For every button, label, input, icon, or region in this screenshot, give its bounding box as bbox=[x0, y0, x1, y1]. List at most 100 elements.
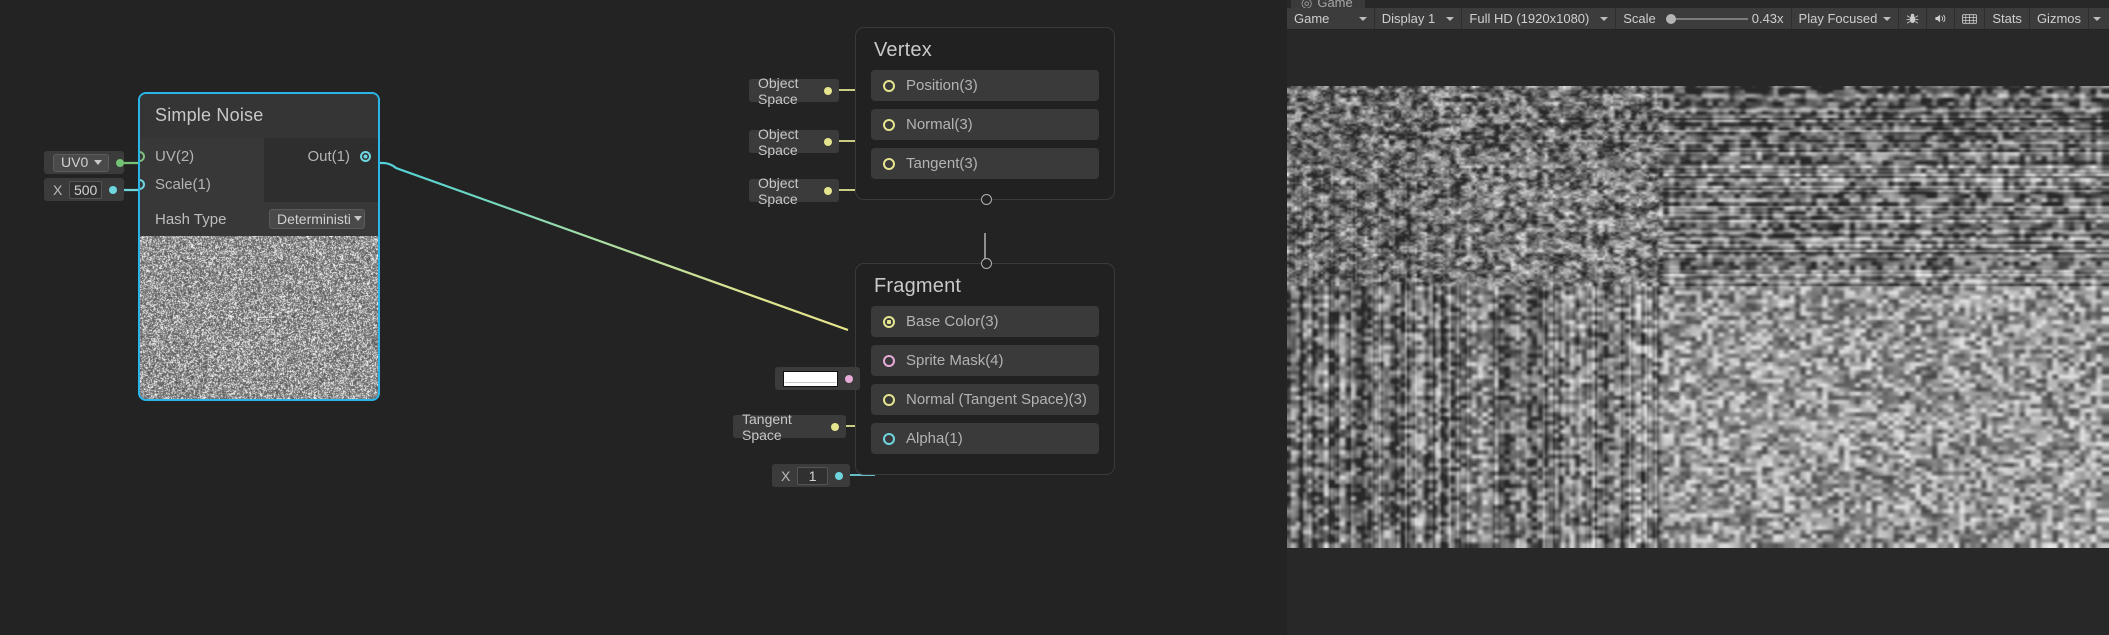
input-label-scale: Scale(1) bbox=[155, 175, 211, 193]
chevron-down-icon bbox=[94, 159, 103, 165]
node-title-simple-noise: Simple Noise bbox=[140, 94, 378, 138]
sprite-mask-color-swatch[interactable] bbox=[783, 370, 838, 387]
input-dot-uv[interactable] bbox=[140, 150, 145, 162]
objectspace-label-position: Object Space bbox=[758, 74, 799, 107]
fragment-top-handle[interactable] bbox=[981, 258, 992, 269]
node-vertex-master[interactable]: Vertex Position(3) Normal(3) Tangent(3) bbox=[855, 27, 1115, 205]
chevron-down-icon bbox=[2093, 16, 2101, 21]
default-node-position-objectspace[interactable]: Object Space bbox=[749, 75, 839, 107]
hash-type-dropdown[interactable]: Deterministi bbox=[269, 209, 365, 229]
scale-slider-knob[interactable] bbox=[1665, 13, 1676, 24]
vertex-bottom-handle[interactable] bbox=[981, 194, 992, 205]
output-dot-out[interactable] bbox=[360, 150, 371, 162]
shader-graph-canvas[interactable]: UV0 X 500 Simple Noise UV(2) Scale(1) Ou… bbox=[0, 0, 1287, 635]
scale-label: Scale bbox=[1623, 11, 1656, 26]
slot-label-position: Position(3) bbox=[906, 77, 978, 94]
input-label-uv: UV(2) bbox=[155, 147, 195, 165]
play-mode-label: Play Focused bbox=[1798, 11, 1878, 26]
mute-audio-icon[interactable] bbox=[1927, 8, 1956, 29]
alpha-value-field[interactable]: 1 bbox=[797, 466, 828, 485]
game-viewport[interactable] bbox=[1287, 30, 2109, 635]
slot-label-sprite-mask: Sprite Mask(4) bbox=[906, 352, 1004, 369]
chevron-down-icon bbox=[1883, 16, 1892, 21]
slot-alpha[interactable]: Alpha(1) bbox=[871, 423, 1099, 454]
default-node-alpha-value[interactable]: X 1 bbox=[772, 464, 850, 487]
play-mode-dropdown[interactable]: Play Focused bbox=[1792, 8, 1900, 29]
resolution-dropdown[interactable]: Full HD (1920x1080) bbox=[1462, 8, 1617, 29]
slot-dot-normal-tangent-space[interactable] bbox=[883, 393, 895, 406]
scale-value: 0.43x bbox=[1751, 11, 1784, 26]
hash-type-value: Deterministi bbox=[277, 210, 351, 227]
default-node-tangent-objectspace[interactable]: Object Space bbox=[749, 175, 839, 207]
frame-debugger-icon[interactable] bbox=[1955, 8, 1986, 29]
slot-dot-base-color[interactable] bbox=[883, 315, 895, 328]
view-mode-dropdown[interactable]: Game bbox=[1287, 8, 1375, 29]
simple-noise-outputs: Out(1) bbox=[264, 138, 378, 202]
chevron-down-icon bbox=[353, 216, 362, 221]
stats-label: Stats bbox=[1992, 11, 2022, 26]
tangentspace-label: Tangent Space bbox=[742, 410, 792, 443]
gizmos-dropdown-arrow[interactable] bbox=[2088, 8, 2109, 29]
slot-label-normal-tangent-space: Normal (Tangent Space)(3) bbox=[906, 391, 1087, 408]
tangentspace-dot[interactable] bbox=[831, 422, 839, 431]
output-port-out[interactable]: Out(1) bbox=[264, 142, 378, 170]
uv0-value: UV0 bbox=[61, 154, 89, 170]
gizmos-button[interactable]: Gizmos bbox=[2030, 8, 2088, 29]
slot-dot-alpha[interactable] bbox=[883, 432, 895, 445]
gizmos-label: Gizmos bbox=[2036, 11, 2081, 26]
resolution-label: Full HD (1920x1080) bbox=[1469, 11, 1590, 26]
slot-dot-position[interactable] bbox=[883, 79, 895, 92]
slot-tangent[interactable]: Tangent(3) bbox=[871, 148, 1099, 179]
node-title-fragment: Fragment bbox=[874, 275, 962, 297]
uv0-dropdown[interactable]: UV0 bbox=[53, 153, 110, 172]
slot-label-alpha: Alpha(1) bbox=[906, 430, 963, 447]
scale-slider-group[interactable]: Scale 0.43x bbox=[1616, 8, 1792, 29]
slot-label-base-color: Base Color(3) bbox=[906, 313, 999, 330]
display-dropdown[interactable]: Display 1 bbox=[1375, 8, 1463, 29]
property-node-scale[interactable]: X 500 bbox=[44, 178, 124, 201]
alpha-output-dot[interactable] bbox=[835, 471, 843, 480]
sprite-mask-dot[interactable] bbox=[845, 374, 853, 383]
scale-output-dot[interactable] bbox=[109, 185, 117, 194]
slot-sprite-mask[interactable]: Sprite Mask(4) bbox=[871, 345, 1099, 376]
debug-bug-icon[interactable] bbox=[1899, 8, 1928, 29]
slot-dot-tangent[interactable] bbox=[883, 157, 895, 170]
input-port-scale[interactable]: Scale(1) bbox=[140, 170, 264, 198]
stats-button[interactable]: Stats bbox=[1985, 8, 2030, 29]
input-port-uv[interactable]: UV(2) bbox=[140, 142, 264, 170]
slot-dot-normal[interactable] bbox=[883, 118, 895, 131]
objectspace-label-normal: Object Space bbox=[758, 125, 799, 158]
chevron-down-icon bbox=[1446, 16, 1455, 21]
objectspace-dot-position[interactable] bbox=[824, 86, 832, 95]
scale-slider[interactable] bbox=[1665, 13, 1748, 24]
default-node-normal-objectspace[interactable]: Object Space bbox=[749, 126, 839, 158]
input-dot-scale[interactable] bbox=[140, 178, 145, 190]
game-render-output bbox=[1287, 86, 2109, 548]
slot-normal[interactable]: Normal(3) bbox=[871, 109, 1099, 140]
uv0-output-dot[interactable] bbox=[116, 158, 125, 167]
default-node-sprite-mask-color[interactable] bbox=[775, 367, 860, 390]
game-view-toolbar: Game Display 1 Full HD (1920x1080) Scale… bbox=[1287, 8, 2109, 30]
slot-base-color[interactable]: Base Color(3) bbox=[871, 306, 1099, 337]
default-node-normal-tangentspace[interactable]: Tangent Space bbox=[733, 411, 846, 443]
slot-label-tangent: Tangent(3) bbox=[906, 155, 978, 172]
simple-noise-ports: UV(2) Scale(1) Out(1) bbox=[140, 138, 378, 202]
objectspace-dot-normal[interactable] bbox=[824, 137, 832, 146]
scale-value-field[interactable]: 500 bbox=[69, 180, 102, 199]
view-mode-label: Game bbox=[1294, 11, 1330, 26]
property-node-uv0[interactable]: UV0 bbox=[44, 151, 125, 174]
slot-dot-sprite-mask[interactable] bbox=[883, 354, 895, 367]
display-label: Display 1 bbox=[1381, 11, 1436, 26]
chevron-down-icon bbox=[1600, 16, 1609, 21]
objectspace-dot-tangent[interactable] bbox=[824, 186, 832, 195]
slot-position[interactable]: Position(3) bbox=[871, 70, 1099, 101]
node-simple-noise[interactable]: Simple Noise UV(2) Scale(1) Out(1) Hash … bbox=[138, 92, 380, 401]
slot-label-normal: Normal(3) bbox=[906, 116, 973, 133]
slot-normal-tangent-space[interactable]: Normal (Tangent Space)(3) bbox=[871, 384, 1099, 415]
node-fragment-master[interactable]: Fragment Base Color(3) Sprite Mask(4) No… bbox=[855, 258, 1115, 475]
output-label-out: Out(1) bbox=[307, 147, 350, 165]
simple-noise-inputs: UV(2) Scale(1) bbox=[140, 138, 264, 202]
game-view-panel: ◎ Game Game Display 1 Full HD (1920x1080… bbox=[1287, 0, 2109, 635]
chevron-down-icon bbox=[1358, 16, 1367, 21]
alpha-axis-label: X bbox=[781, 467, 791, 484]
